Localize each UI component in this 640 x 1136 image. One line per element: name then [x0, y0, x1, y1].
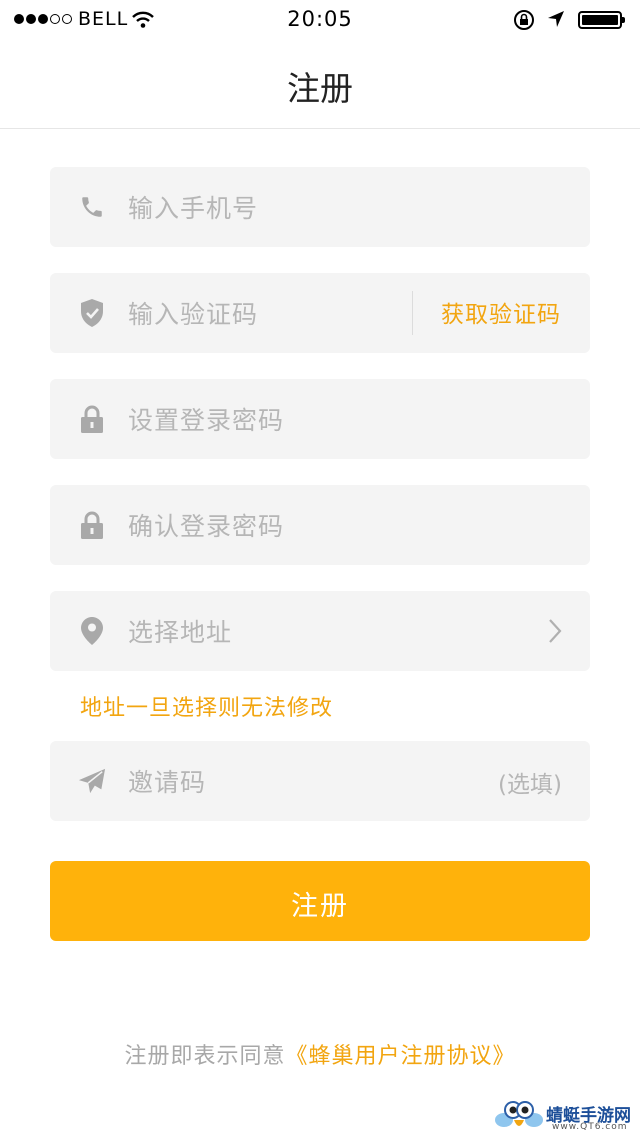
status-time: 20:05 [287, 7, 353, 31]
register-button[interactable]: 注册 [50, 861, 590, 941]
chevron-right-icon [549, 619, 562, 643]
paper-plane-icon [78, 765, 106, 797]
get-code-button[interactable]: 获取验证码 [412, 295, 590, 329]
address-note: 地址一旦选择则无法修改 [80, 696, 334, 721]
location-pin-icon [78, 615, 106, 647]
agreement-text: 注册即表示同意《蜂巢用户注册协议》 [0, 1038, 640, 1070]
location-arrow-icon [548, 11, 564, 27]
nav-bar: 注册 [0, 40, 640, 129]
phone-icon [78, 191, 106, 223]
register-button-label: 注册 [291, 891, 349, 922]
verification-code-field[interactable]: 输入验证码 获取验证码 [50, 273, 590, 353]
verification-code-input[interactable]: 输入验证码 [128, 295, 258, 331]
invite-code-input[interactable]: 邀请码 [128, 763, 206, 799]
watermark-domain: www.QT6.com [552, 1122, 628, 1132]
address-select[interactable]: 选择地址 [50, 591, 590, 671]
status-bar: BELL 20:05 [0, 0, 640, 40]
dragonfly-logo-icon [495, 1101, 543, 1127]
phone-input[interactable]: 输入手机号 [128, 189, 258, 225]
invite-code-field[interactable]: 邀请码 (选填) [50, 741, 590, 821]
address-placeholder[interactable]: 选择地址 [128, 613, 232, 649]
confirm-password-field[interactable]: 确认登录密码 [50, 485, 590, 565]
agreement-prefix: 注册即表示同意 [124, 1044, 286, 1069]
password-input[interactable]: 设置登录密码 [128, 401, 284, 437]
lock-icon [78, 403, 106, 435]
watermark: 蜻蜓手游网 www.QT6.com [494, 1098, 640, 1136]
optional-label: (选填) [498, 772, 562, 798]
shield-check-icon [78, 297, 106, 329]
password-field[interactable]: 设置登录密码 [50, 379, 590, 459]
page-title: 注册 [287, 69, 353, 108]
lock-icon [78, 509, 106, 541]
confirm-password-input[interactable]: 确认登录密码 [128, 507, 284, 543]
phone-field[interactable]: 输入手机号 [50, 167, 590, 247]
rotation-lock-icon [514, 10, 534, 30]
battery-icon [578, 11, 625, 29]
agreement-link[interactable]: 《蜂巢用户注册协议》 [286, 1044, 516, 1069]
